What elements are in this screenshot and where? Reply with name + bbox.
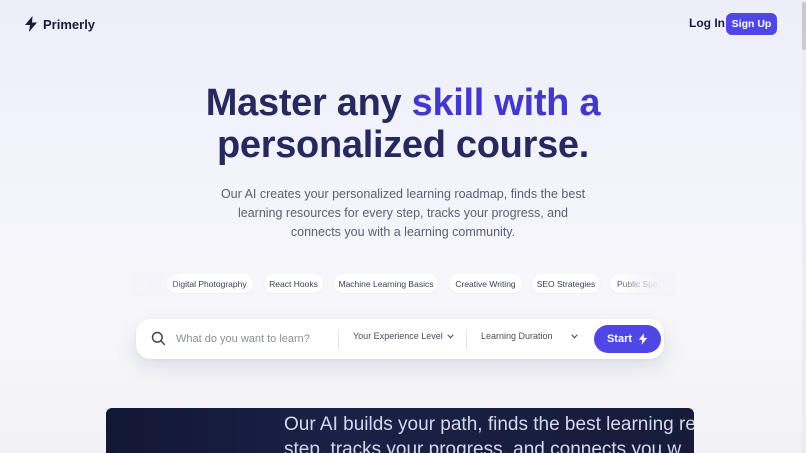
topic-chip[interactable]: Machine Learning Basics bbox=[334, 274, 438, 293]
hero-subtitle-line1: Our AI creates your personalized learnin… bbox=[220, 187, 586, 201]
topic-chips-carousel: Digital Photography React Hooks Machine … bbox=[130, 274, 676, 294]
lightning-bolt-icon bbox=[24, 16, 38, 32]
topic-chip[interactable]: SEO Strategies bbox=[532, 274, 600, 293]
experience-level-select[interactable]: Your Experience Level bbox=[353, 331, 454, 341]
topic-chip[interactable]: Creative Writing bbox=[449, 274, 522, 293]
start-button[interactable]: Start bbox=[594, 325, 661, 353]
video-caption-line2: step, tracks your progress, and connects… bbox=[284, 439, 682, 453]
hero-subtitle-line2: learning resources for every step, track… bbox=[237, 206, 568, 220]
topic-chip[interactable]: Digital Photography bbox=[166, 274, 253, 293]
search-input[interactable] bbox=[176, 329, 336, 349]
chevron-down-icon bbox=[447, 333, 454, 339]
search-divider bbox=[466, 329, 467, 349]
promo-video[interactable]: Our AI builds your path, finds the best … bbox=[106, 408, 694, 453]
search-icon bbox=[151, 331, 166, 346]
video-caption-line1: Our AI builds your path, finds the best … bbox=[284, 414, 694, 435]
topic-chip[interactable]: React Hooks bbox=[264, 274, 323, 293]
experience-level-label: Your Experience Level bbox=[353, 331, 443, 341]
hero-subtitle: Our AI creates your personalized learnin… bbox=[203, 185, 603, 242]
start-button-label: Start bbox=[606, 333, 633, 345]
learning-duration-label: Learning Duration bbox=[481, 331, 553, 341]
learning-duration-select[interactable]: Learning Duration bbox=[481, 331, 578, 341]
scrollbar-thumb[interactable] bbox=[802, 2, 806, 50]
search-divider bbox=[338, 329, 339, 349]
chevron-down-icon bbox=[571, 333, 578, 339]
login-link[interactable]: Log In bbox=[689, 16, 725, 30]
hero-title: Master any skill with a personalized cou… bbox=[0, 82, 806, 166]
top-nav: Primerly Log In Sign Up bbox=[0, 0, 806, 48]
hero-title-part2: skill with a bbox=[411, 82, 601, 124]
lightning-bolt-icon bbox=[638, 333, 648, 345]
hero-title-part1: Master any bbox=[205, 82, 402, 124]
topic-chip-partial[interactable] bbox=[130, 274, 150, 293]
hero-subtitle-line3: connects you with a learning community. bbox=[290, 225, 516, 239]
search-bar: Your Experience Level Learning Duration … bbox=[136, 319, 664, 359]
video-caption: Our AI builds your path, finds the best … bbox=[284, 412, 694, 453]
hero-title-part3: personalized course. bbox=[216, 124, 589, 166]
topic-chip[interactable]: Public Spe bbox=[610, 274, 676, 293]
scrollbar-track[interactable] bbox=[802, 0, 806, 453]
signup-button[interactable]: Sign Up bbox=[726, 13, 777, 35]
brand-logo[interactable]: Primerly bbox=[24, 16, 95, 32]
brand-name: Primerly bbox=[43, 16, 96, 32]
